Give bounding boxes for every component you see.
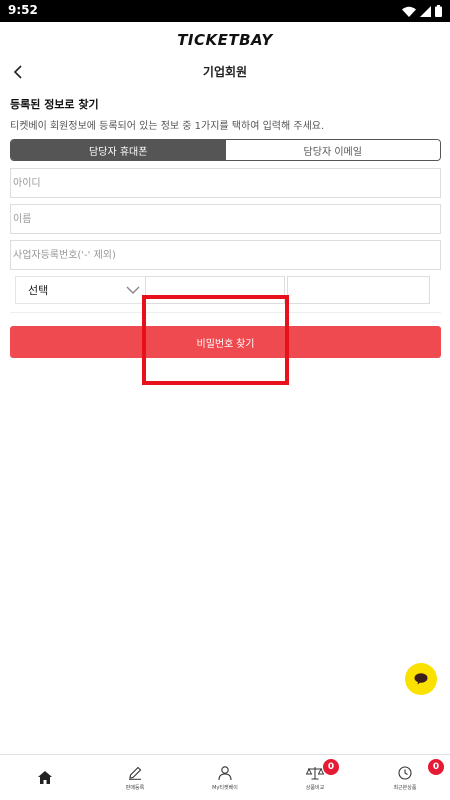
clock-icon — [398, 766, 412, 780]
brand-header: TICKETBAY — [0, 22, 450, 57]
chat-bubble-icon — [414, 673, 428, 685]
wifi-icon — [402, 6, 416, 17]
nav-item-compare[interactable]: 상품비교 0 — [270, 755, 360, 800]
person-icon — [218, 766, 232, 780]
nav-item-my-ticketbay[interactable]: My티켓베이 — [180, 755, 270, 800]
scale-icon — [306, 767, 324, 780]
name-field-wrapper — [10, 204, 441, 234]
phone-last-input[interactable] — [288, 277, 429, 303]
home-icon — [38, 771, 52, 784]
chevron-down-icon — [126, 286, 140, 294]
tab-manager-phone[interactable]: 담당자 휴대폰 — [11, 140, 226, 160]
bottom-nav: 판매등록 My티켓베이 상품비교 0 최근본상품 0 — [0, 754, 450, 800]
phone-middle-input[interactable] — [146, 277, 284, 303]
nav-label-recently-viewed: 최근본상품 — [393, 785, 417, 791]
nav-label-sell-register: 판매등록 — [125, 785, 145, 791]
section-title: 등록된 정보로 찾기 — [10, 98, 99, 111]
tab-manager-email[interactable]: 담당자 이메일 — [225, 140, 440, 160]
phone-row: 선택 — [10, 276, 441, 304]
find-password-button[interactable]: 비밀번호 찾기 — [10, 326, 441, 358]
phone-middle-wrapper — [145, 276, 285, 304]
title-bar: 기업회원 — [0, 57, 450, 87]
signal-icon — [420, 5, 431, 17]
kakao-chat-button[interactable] — [405, 663, 437, 695]
name-input[interactable] — [13, 205, 440, 233]
pencil-icon — [129, 766, 142, 780]
id-input[interactable] — [13, 169, 440, 197]
compare-count-badge: 0 — [323, 759, 339, 775]
business-number-input[interactable] — [13, 241, 440, 269]
nav-label-my-ticketbay: My티켓베이 — [212, 785, 238, 791]
status-time: 9:52 — [8, 3, 38, 17]
id-field-wrapper — [10, 168, 441, 198]
status-bar: 9:52 — [0, 0, 450, 22]
recent-count-badge: 0 — [428, 759, 444, 775]
section-description: 티켓베이 회원정보에 등록되어 있는 정보 중 1가지를 택하여 입력해 주세요… — [10, 121, 325, 132]
find-method-tabs: 담당자 휴대폰 담당자 이메일 — [10, 139, 441, 161]
phone-last-wrapper — [287, 276, 430, 304]
carrier-select-value: 선택 — [28, 284, 49, 297]
carrier-select[interactable]: 선택 — [15, 276, 151, 304]
nav-item-recently-viewed[interactable]: 최근본상품 0 — [360, 755, 450, 800]
ticketbay-logo[interactable]: TICKETBAY — [177, 31, 273, 49]
nav-label-compare: 상품비교 — [305, 785, 325, 791]
divider — [10, 312, 441, 313]
nav-item-sell-register[interactable]: 판매등록 — [90, 755, 180, 800]
nav-item-home[interactable] — [0, 755, 90, 800]
battery-icon — [435, 5, 442, 17]
status-icons — [402, 4, 442, 18]
business-number-field-wrapper — [10, 240, 441, 270]
page-title: 기업회원 — [202, 65, 248, 79]
